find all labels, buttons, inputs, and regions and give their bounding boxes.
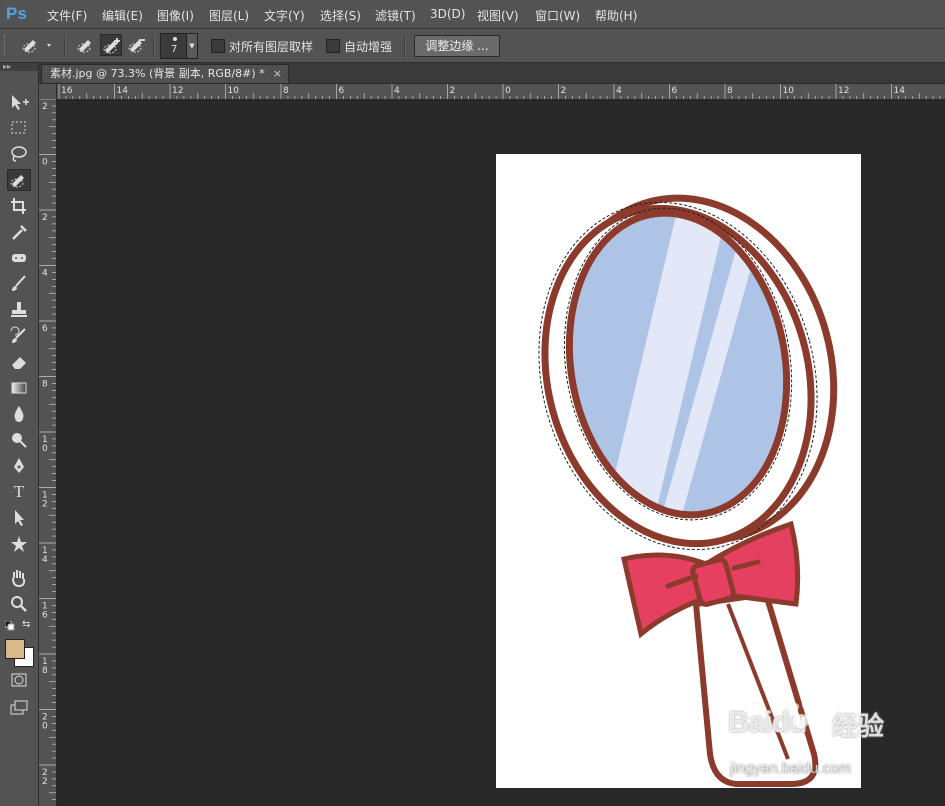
add-to-selection-icon[interactable] <box>100 34 122 56</box>
ruler-label: 4 <box>394 86 400 96</box>
ruler-label: 6 <box>42 611 48 621</box>
ruler-label: 4 <box>616 86 622 96</box>
document-canvas[interactable] <box>496 154 861 788</box>
ruler-label: 12 <box>172 86 183 96</box>
quick-mask-icon[interactable] <box>7 669 31 691</box>
eraser-tool-icon[interactable] <box>7 351 31 373</box>
ruler-label: 0 <box>505 86 511 96</box>
brush-size-value: 7 <box>171 44 178 55</box>
watermark-product: 经验 <box>832 711 885 741</box>
ruler-label: 4 <box>42 555 48 565</box>
spot-healing-tool-icon[interactable] <box>7 247 31 269</box>
custom-shape-tool-icon[interactable] <box>7 533 31 555</box>
new-selection-icon[interactable] <box>75 34 97 56</box>
menu-bar: Ps 文件(F) 编辑(E) 图像(I) 图层(L) 文字(Y) 选择(S) 滤… <box>0 0 945 29</box>
ruler-origin[interactable] <box>39 84 57 100</box>
ruler-label: 10 <box>783 86 795 96</box>
subtract-from-selection-icon[interactable] <box>126 34 148 56</box>
mirror-handle <box>692 590 819 787</box>
ruler-label: 8 <box>727 86 733 96</box>
options-bar: 7 ▼ 对所有图层取样 自动增强 调整边缘 ... <box>0 29 945 63</box>
vertical-ruler[interactable]: 20246810121416182022 <box>39 99 57 806</box>
marquee-tool-icon[interactable] <box>7 117 31 139</box>
brush-tool-icon[interactable] <box>7 273 31 295</box>
dodge-tool-icon[interactable] <box>7 429 31 451</box>
ruler-label: 4 <box>42 269 48 279</box>
ruler-label: 14 <box>894 86 906 96</box>
ruler-label: 0 <box>42 444 48 454</box>
ruler-label: 2 <box>450 86 456 96</box>
menu-layer[interactable]: 图层(L) <box>209 7 249 24</box>
lasso-tool-icon[interactable] <box>7 143 31 165</box>
crop-tool-icon[interactable] <box>7 195 31 217</box>
ruler-label: 8 <box>42 666 48 676</box>
menu-image[interactable]: 图像(I) <box>157 7 194 24</box>
menu-file[interactable]: 文件(F) <box>47 7 87 24</box>
ruler-label: 2 <box>42 213 48 223</box>
default-colors-icon[interactable] <box>4 620 15 631</box>
ruler-label: 14 <box>117 86 129 96</box>
menu-help[interactable]: 帮助(H) <box>595 7 637 24</box>
paw-icon <box>786 700 818 732</box>
blur-tool-icon[interactable] <box>7 403 31 425</box>
ruler-label: 12 <box>838 86 849 96</box>
sample-all-layers-label: 对所有图层取样 <box>229 40 314 54</box>
watermark-url: jingyan.baidu.com <box>730 760 851 777</box>
tool-preset-picker-icon[interactable] <box>20 34 51 56</box>
ruler-label: 0 <box>42 158 48 168</box>
pen-tool-icon[interactable] <box>7 455 31 477</box>
options-bar-grip[interactable] <box>4 35 8 55</box>
ruler-label: 6 <box>672 86 678 96</box>
document-tab-bar: 素材.jpg @ 73.3% (背景 副本, RGB/8#) * × <box>39 63 945 84</box>
ruler-label: 0 <box>42 722 48 732</box>
mirror-illustration <box>538 194 838 787</box>
history-brush-tool-icon[interactable] <box>7 325 31 347</box>
path-selection-tool-icon[interactable] <box>7 507 31 529</box>
tools-panel-collapse[interactable]: ▸▸ <box>0 63 38 71</box>
move-tool-icon[interactable] <box>7 91 31 113</box>
clone-stamp-tool-icon[interactable] <box>7 299 31 321</box>
eyedropper-tool-icon[interactable] <box>7 221 31 243</box>
foreground-color-swatch[interactable] <box>5 639 25 659</box>
tools-panel: ▸▸ T ⇆ <box>0 63 39 806</box>
ruler-label: 8 <box>283 86 289 96</box>
ruler-label: 2 <box>42 102 48 112</box>
gradient-tool-icon[interactable] <box>7 377 31 399</box>
screen-mode-icon[interactable] <box>7 697 31 719</box>
menu-3d[interactable]: 3D(D) <box>430 7 465 21</box>
ruler-label: 2 <box>42 777 48 787</box>
ruler-label: 8 <box>42 380 48 390</box>
photoshop-logo: Ps <box>6 4 27 23</box>
brush-tip-icon <box>173 37 177 41</box>
swap-colors-icon[interactable]: ⇆ <box>22 619 33 630</box>
quick-selection-tool-icon[interactable] <box>7 169 31 191</box>
menu-view[interactable]: 视图(V) <box>477 7 519 24</box>
type-tool-icon[interactable]: T <box>7 481 31 503</box>
menu-window[interactable]: 窗口(W) <box>535 7 580 24</box>
horizontal-ruler[interactable]: 16 14 12 10 8 6 4 2 0 2 4 6 8 10 12 14 <box>57 84 945 100</box>
ruler-label: 6 <box>42 324 48 334</box>
auto-enhance-label: 自动增强 <box>344 40 393 54</box>
refine-edge-button[interactable]: 调整边缘 ... <box>414 35 500 57</box>
close-icon[interactable]: × <box>273 65 282 83</box>
menu-filter[interactable]: 滤镜(T) <box>375 7 416 24</box>
auto-enhance-checkbox[interactable] <box>326 39 340 53</box>
sample-all-layers-checkbox[interactable] <box>211 39 225 53</box>
ruler-label: 10 <box>228 86 240 96</box>
document-tab[interactable]: 素材.jpg @ 73.3% (背景 副本, RGB/8#) * × <box>41 64 289 83</box>
ruler-label: 16 <box>61 86 73 96</box>
ruler-label: 2 <box>42 500 48 510</box>
menu-select[interactable]: 选择(S) <box>320 7 361 24</box>
chevron-down-icon[interactable]: ▼ <box>186 34 197 58</box>
menu-edit[interactable]: 编辑(E) <box>102 7 143 24</box>
zoom-tool-icon[interactable] <box>7 593 31 615</box>
ruler-label: 2 <box>561 86 567 96</box>
menu-type[interactable]: 文字(Y) <box>264 7 305 24</box>
hand-tool-icon[interactable] <box>7 567 31 589</box>
document-tab-title: 素材.jpg @ 73.3% (背景 副本, RGB/8#) * <box>50 67 265 80</box>
ruler-label: 6 <box>339 86 345 96</box>
brush-size-picker[interactable]: 7 ▼ <box>160 33 198 59</box>
